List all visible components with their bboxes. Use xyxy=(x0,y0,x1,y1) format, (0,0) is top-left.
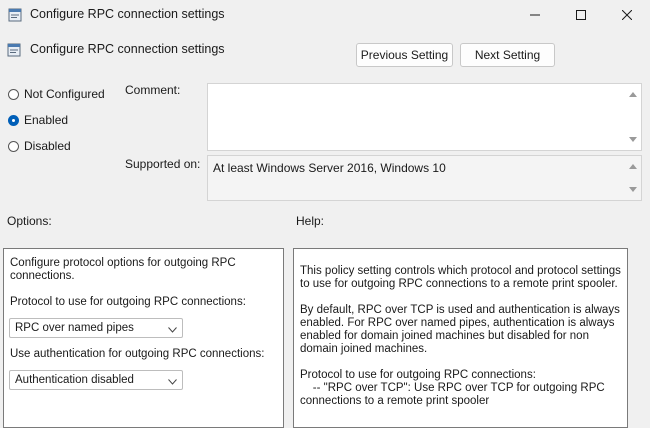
radio-enabled[interactable]: Enabled xyxy=(8,111,68,129)
protocol-label: Protocol to use for outgoing RPC connect… xyxy=(10,296,246,308)
supported-on-label: Supported on: xyxy=(125,157,201,171)
policy-icon xyxy=(8,8,22,22)
radio-label: Disabled xyxy=(24,139,71,153)
radio-label: Enabled xyxy=(24,113,69,127)
radio-circle-selected xyxy=(8,114,19,126)
close-icon xyxy=(622,10,632,20)
help-heading: Help: xyxy=(296,214,325,228)
auth-select[interactable]: Authentication disabled xyxy=(9,370,183,390)
radio-not-configured[interactable]: Not Configured xyxy=(8,85,105,103)
previous-setting-button[interactable]: Previous Setting xyxy=(356,43,453,67)
maximize-icon xyxy=(576,10,586,20)
title-bar: Configure RPC connection settings xyxy=(0,0,650,30)
supported-on-field: At least Windows Server 2016, Windows 10 xyxy=(207,155,642,201)
next-setting-button[interactable]: Next Setting xyxy=(460,43,555,67)
help-text: This policy setting controls which proto… xyxy=(300,265,621,407)
scroll-up-icon[interactable] xyxy=(629,92,637,97)
comment-textbox[interactable] xyxy=(207,83,642,151)
radio-disabled[interactable]: Disabled xyxy=(8,137,71,155)
auth-value: Authentication disabled xyxy=(15,374,134,386)
scroll-down-icon[interactable] xyxy=(629,187,637,192)
scroll-up-icon[interactable] xyxy=(629,164,637,169)
close-button[interactable] xyxy=(604,0,650,30)
comment-scrollbar[interactable] xyxy=(625,84,641,150)
radio-label: Not Configured xyxy=(24,87,105,101)
window-title: Configure RPC connection settings xyxy=(30,7,225,21)
comment-label: Comment: xyxy=(125,83,181,97)
help-panel: This policy setting controls which proto… xyxy=(293,248,628,428)
options-description: Configure protocol options for outgoing … xyxy=(10,257,236,282)
policy-icon xyxy=(7,43,21,57)
auth-label: Use authentication for outgoing RPC conn… xyxy=(10,348,265,360)
setting-title: Configure RPC connection settings xyxy=(30,42,225,56)
minimize-icon xyxy=(530,10,540,20)
maximize-button[interactable] xyxy=(558,0,604,30)
supported-on-value: At least Windows Server 2016, Windows 10 xyxy=(213,161,446,175)
supported-scrollbar[interactable] xyxy=(625,156,641,200)
chevron-down-icon xyxy=(168,376,177,388)
radio-circle xyxy=(8,140,19,152)
scroll-down-icon[interactable] xyxy=(629,137,637,142)
protocol-select[interactable]: RPC over named pipes xyxy=(9,318,183,338)
minimize-button[interactable] xyxy=(512,0,558,30)
options-heading: Options: xyxy=(7,214,52,228)
protocol-value: RPC over named pipes xyxy=(15,322,134,334)
radio-circle xyxy=(8,88,19,100)
options-panel: Configure protocol options for outgoing … xyxy=(3,248,284,428)
chevron-down-icon xyxy=(168,324,177,336)
